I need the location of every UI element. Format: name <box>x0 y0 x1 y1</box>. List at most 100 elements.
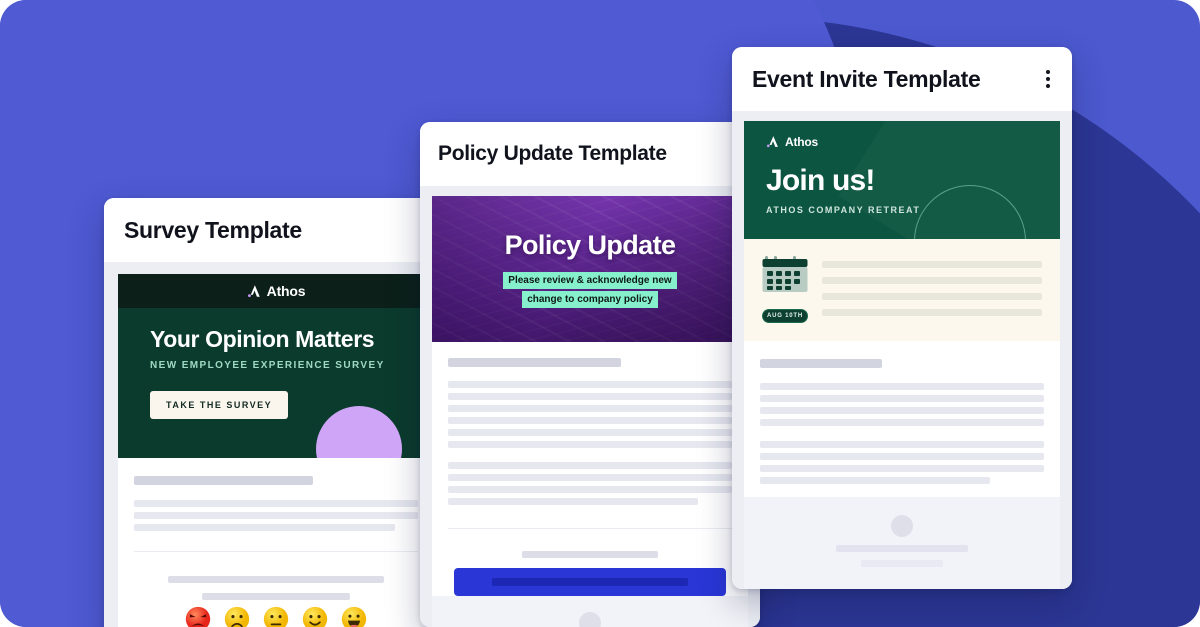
skeleton-heading-bar <box>448 358 622 367</box>
event-heading: Join us! <box>766 164 875 197</box>
skeleton-line <box>760 395 1044 402</box>
skeleton-line <box>760 407 1044 414</box>
policy-cta-label-placeholder <box>492 578 688 586</box>
skeleton-line <box>521 551 659 558</box>
event-card-body: Athos Join us! ATHOS COMPANY RETREAT AUG… <box>732 111 1072 589</box>
survey-card-body: Athos Your Opinion Matters NEW EMPLOYEE … <box>104 262 448 627</box>
policy-heading: Policy Update <box>504 230 676 260</box>
event-subheading: ATHOS COMPANY RETREAT <box>766 205 921 215</box>
skeleton-line <box>760 465 1044 472</box>
survey-body-placeholder <box>118 458 434 627</box>
avatar <box>579 612 601 627</box>
survey-email-preview: Athos Your Opinion Matters NEW EMPLOYEE … <box>118 274 434 627</box>
avatar <box>891 515 913 537</box>
survey-divider <box>134 551 418 552</box>
skeleton-line <box>134 500 418 507</box>
skeleton-line <box>448 393 732 400</box>
take-the-survey-button[interactable]: TAKE THE SURVEY <box>150 391 289 419</box>
skeleton-heading-bar <box>134 476 313 485</box>
athos-wordmark: Athos <box>785 135 818 149</box>
survey-heading: Your Opinion Matters <box>150 326 375 352</box>
policy-acknowledge-button[interactable] <box>454 568 726 596</box>
skeleton-line <box>134 512 418 519</box>
skeleton-line <box>448 498 698 505</box>
kebab-dot <box>1046 77 1050 81</box>
event-date-lines <box>822 255 1042 323</box>
skeleton-line <box>448 405 732 412</box>
skeleton-line <box>760 441 1044 448</box>
skeleton-line <box>448 474 732 481</box>
skeleton-line <box>202 593 350 600</box>
athos-wordmark: Athos <box>266 283 306 299</box>
policy-tagline: Please review & acknowledge new change t… <box>503 270 677 308</box>
skeleton-line <box>835 545 969 552</box>
event-card-header: Event Invite Template <box>732 47 1072 111</box>
skeleton-line <box>448 429 732 436</box>
survey-subheading: NEW EMPLOYEE EXPERIENCE SURVEY <box>150 360 385 371</box>
skeleton-line <box>448 441 732 448</box>
skeleton-paragraph-2 <box>760 441 1044 484</box>
kebab-menu-icon[interactable] <box>1042 66 1054 92</box>
skeleton-line <box>448 381 732 388</box>
skeleton-line <box>448 417 732 424</box>
skeleton-line <box>760 383 1044 390</box>
skeleton-line <box>860 560 944 567</box>
policy-card-title: Policy Update Template <box>438 142 667 165</box>
skeleton-line <box>822 277 1042 284</box>
frowning-face-emoji[interactable] <box>224 606 250 627</box>
event-card-title: Event Invite Template <box>752 65 981 92</box>
calendar-icon <box>762 256 808 292</box>
policy-email-footer <box>432 596 748 627</box>
promo-banner: Survey Template Athos Your Opinion Matte… <box>0 0 1200 627</box>
skeleton-line <box>822 261 1042 268</box>
event-date-block: AUG 10TH <box>744 239 1060 341</box>
survey-rating-scale[interactable] <box>134 600 418 627</box>
athos-logomark-icon <box>766 136 778 148</box>
event-email-preview: Athos Join us! ATHOS COMPANY RETREAT AUG… <box>744 121 1060 589</box>
skeleton-line <box>760 477 991 484</box>
neutral-face-emoji[interactable] <box>263 606 289 627</box>
kebab-dot <box>1046 70 1050 74</box>
calendar-widget: AUG 10TH <box>762 255 808 323</box>
skeleton-line <box>822 293 1042 300</box>
grinning-face-emoji[interactable] <box>341 606 367 627</box>
skeleton-line <box>448 486 732 493</box>
policy-divider <box>448 528 732 529</box>
policy-email-preview: Policy Update Please review & acknowledg… <box>432 196 748 627</box>
slightly-smiling-face-emoji[interactable] <box>302 606 328 627</box>
athos-logomark-icon <box>247 284 260 297</box>
policy-tagline-line-1: Please review & acknowledge new <box>503 272 677 289</box>
skeleton-line <box>760 453 1044 460</box>
policy-update-template-card[interactable]: Policy Update Template Policy Update Ple… <box>420 122 760 627</box>
event-email-footer <box>744 497 1060 589</box>
athos-logo: Athos <box>247 283 306 299</box>
policy-card-header: Policy Update Template <box>420 122 760 186</box>
survey-hero-banner: Athos Your Opinion Matters NEW EMPLOYEE … <box>118 274 434 458</box>
skeleton-heading-bar <box>760 359 883 368</box>
skeleton-paragraph <box>134 500 418 531</box>
survey-logo-bar: Athos <box>118 274 434 308</box>
policy-card-body: Policy Update Please review & acknowledg… <box>420 186 760 627</box>
kebab-dot <box>1046 84 1050 88</box>
skeleton-paragraph-1 <box>760 383 1044 426</box>
skeleton-centered-lines <box>134 576 418 600</box>
policy-hero-banner: Policy Update Please review & acknowledg… <box>432 196 748 342</box>
event-invite-template-card[interactable]: Event Invite Template Athos Join us! ATH… <box>732 47 1072 589</box>
policy-tagline-line-2: change to company policy <box>522 291 658 308</box>
angry-face-emoji[interactable] <box>185 606 211 627</box>
event-body-placeholder <box>744 341 1060 589</box>
event-hero-banner: Athos Join us! ATHOS COMPANY RETREAT <box>744 121 1060 239</box>
skeleton-paragraph-2 <box>448 462 732 505</box>
skeleton-line <box>134 524 396 531</box>
survey-card-title: Survey Template <box>124 216 302 243</box>
skeleton-paragraph-1 <box>448 381 732 448</box>
skeleton-line <box>760 419 1044 426</box>
survey-card-header: Survey Template <box>104 198 448 262</box>
policy-body-placeholder <box>432 342 748 627</box>
skeleton-line <box>448 462 732 469</box>
skeleton-line <box>822 309 1042 316</box>
survey-template-card[interactable]: Survey Template Athos Your Opinion Matte… <box>104 198 448 627</box>
event-date-badge: AUG 10TH <box>762 309 808 323</box>
skeleton-line <box>168 576 384 583</box>
athos-logo: Athos <box>766 135 818 149</box>
